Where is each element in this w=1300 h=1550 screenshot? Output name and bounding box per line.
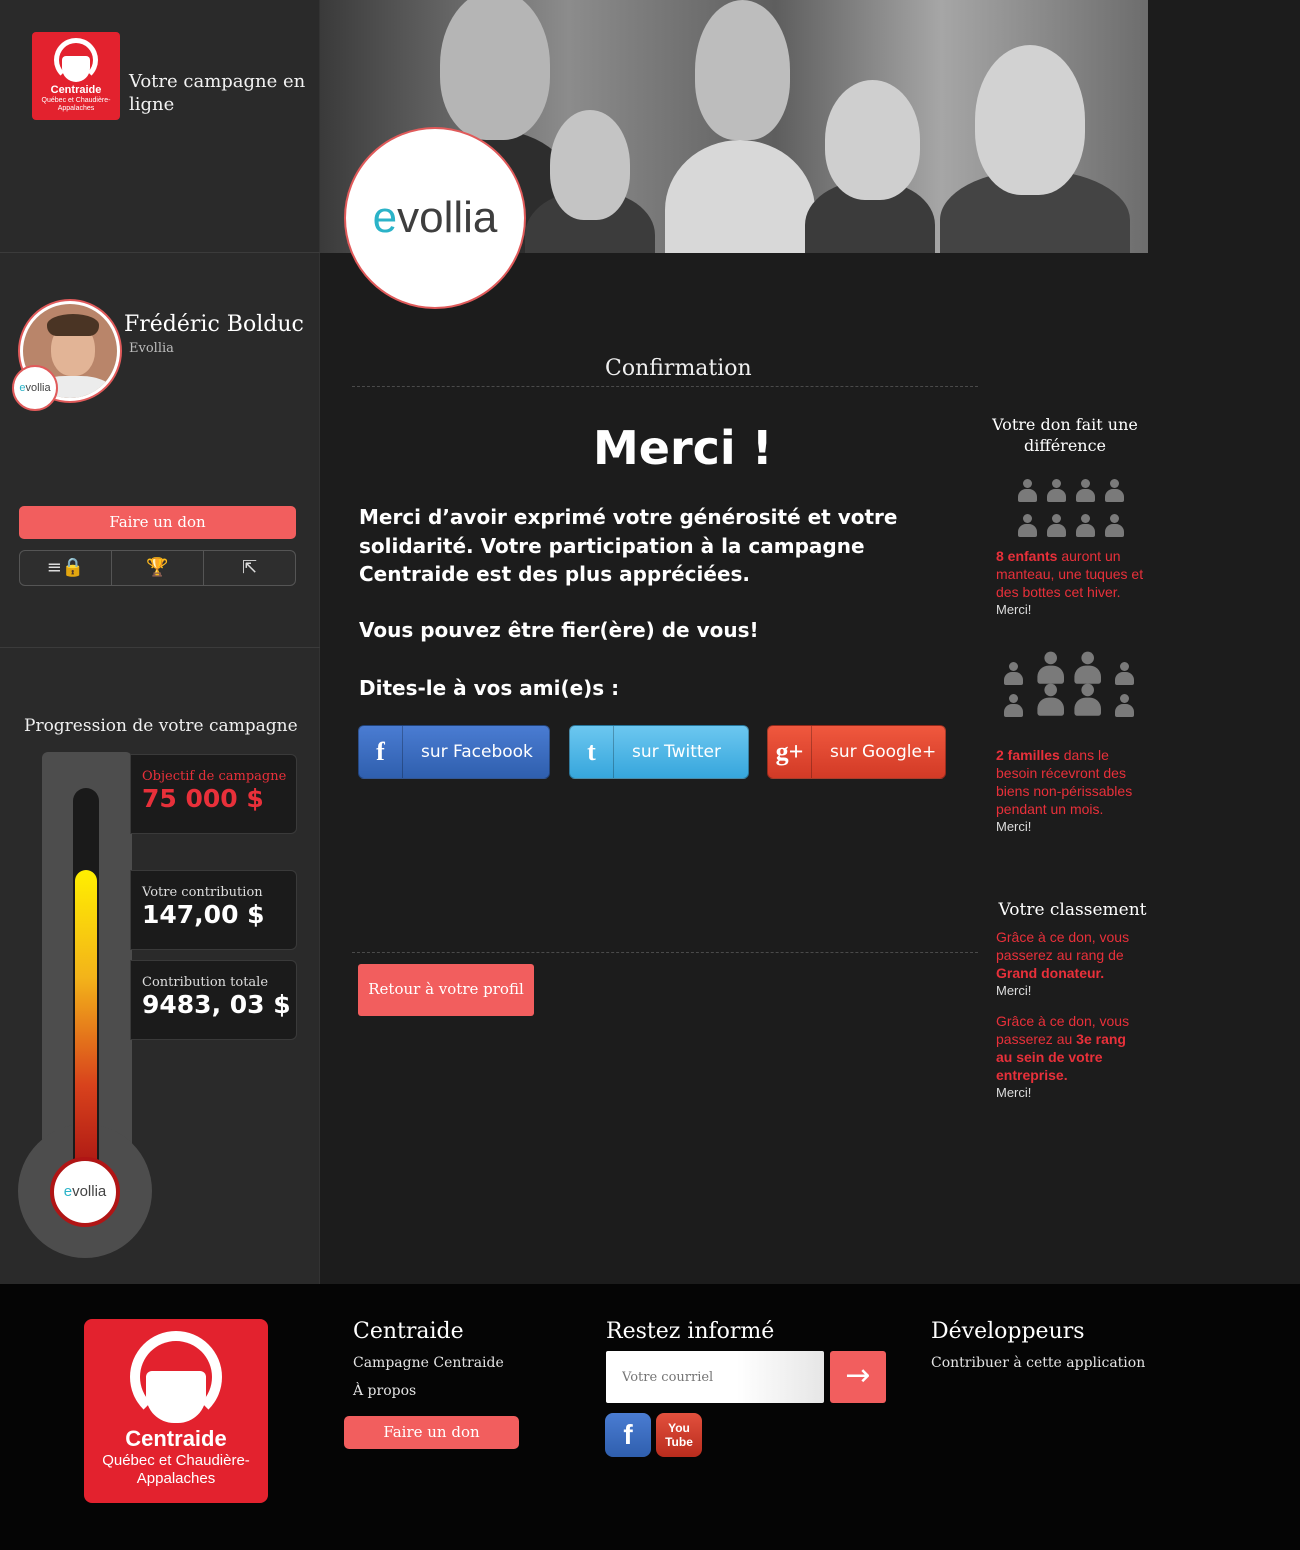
child-icon [1104, 479, 1124, 505]
total-label: Contribution totale [142, 975, 269, 990]
child-icon [1075, 514, 1095, 540]
share-prompt: Dites-le à vos ami(e)s : [359, 676, 620, 700]
impact-children: 8 enfants auront un manteau, une tuques … [996, 548, 1144, 617]
total-box: Contribution totale 9483, 03 $ [130, 960, 297, 1040]
footer-link-campaign[interactable]: Campagne Centraide [353, 1355, 504, 1371]
company-logo[interactable]: evollia [344, 127, 526, 309]
divider [352, 952, 978, 953]
child-icon [1046, 514, 1066, 540]
child-icon [1017, 479, 1037, 505]
total-value: 9483, 03 $ [142, 990, 291, 1019]
footer-centraide-title: Centraide [353, 1319, 464, 1344]
contribution-label: Votre contribution [142, 885, 263, 900]
centraide-logo[interactable]: Centraide Québec et Chaudière-Appalaches [32, 32, 120, 120]
lock-icon[interactable]: ≡🔒 [20, 551, 112, 585]
newsletter-submit-button[interactable]: → [830, 1351, 886, 1403]
share-facebook-button[interactable]: f sur Facebook [358, 725, 550, 779]
ranking-donor-level: Grâce à ce don, vous passerez au rang de… [996, 929, 1130, 998]
impact-families: 2 familles dans le besoin récevront des … [996, 747, 1133, 834]
thermometer-company-logo: evollia [50, 1157, 120, 1227]
page-title: Confirmation [605, 356, 752, 381]
brand-region: Québec et Chaudière-Appalaches [41, 97, 111, 112]
youtube-icon[interactable]: You Tube [656, 1413, 702, 1457]
user-company: Evollia [129, 341, 174, 356]
sidebar: Centraide Québec et Chaudière-Appalaches… [0, 0, 320, 1284]
footer-link-contribute[interactable]: Contribuer à cette application [931, 1355, 1145, 1371]
goal-value: 75 000 $ [142, 784, 264, 813]
goal-label: Objectif de campagne [142, 769, 287, 784]
donate-button[interactable]: Faire un don [19, 506, 296, 539]
trophy-icon[interactable]: 🏆 [112, 551, 204, 585]
impact-title: Votre don fait une différence [992, 415, 1138, 455]
contribution-value: 147,00 $ [142, 900, 265, 929]
contribution-box: Votre contribution 147,00 $ [130, 870, 297, 950]
child-icon [1104, 514, 1124, 540]
child-icon [1046, 479, 1066, 505]
twitter-icon: t [570, 726, 614, 778]
user-last-name: Bolduc [226, 312, 304, 337]
back-to-profile-button[interactable]: Retour à votre profil [358, 964, 534, 1016]
profile-toolbar: ≡🔒 🏆 ⇱ [19, 550, 296, 586]
share-google-button[interactable]: g+ sur Google+ [767, 725, 946, 779]
facebook-icon[interactable]: f [605, 1413, 651, 1457]
company-badge: evollia [12, 365, 58, 411]
footer-developers-title: Développeurs [931, 1319, 1085, 1344]
child-icon [1017, 514, 1037, 540]
share-twitter-button[interactable]: t sur Twitter [569, 725, 749, 779]
divider [0, 252, 320, 253]
goal-box: Objectif de campagne 75 000 $ [130, 754, 297, 834]
campaign-tagline: Votre campagne en ligne [129, 71, 306, 115]
exit-icon[interactable]: ⇱ [204, 551, 295, 585]
footer-link-about[interactable]: À propos [353, 1383, 416, 1399]
footer-brand-region: Québec et Chaudière-Appalaches [102, 1452, 250, 1487]
progress-title: Progression de votre campagne [24, 716, 298, 736]
footer-centraide-logo[interactable]: Centraide Québec et Chaudière-Appalaches [84, 1319, 268, 1503]
families-icon-group [1003, 651, 1144, 720]
user-name: Frédéric Bolduc [124, 312, 304, 337]
divider [352, 386, 978, 387]
thanks-heading: Merci ! [593, 421, 773, 475]
footer-donate-button[interactable]: Faire un don [344, 1416, 519, 1449]
newsletter-email-input[interactable] [606, 1351, 824, 1403]
ranking-title: Votre classement [998, 900, 1147, 920]
proud-message: Vous pouvez être fier(ère) de vous! [359, 618, 759, 642]
user-first-name: Frédéric [124, 312, 220, 337]
brand-name: Centraide [50, 84, 102, 96]
children-icon-group [1017, 479, 1124, 540]
divider [0, 647, 320, 648]
google-plus-icon: g+ [768, 726, 812, 778]
thanks-message: Merci d’avoir exprimé votre générosité e… [359, 505, 898, 586]
thermometer-fill [75, 870, 97, 1178]
footer-newsletter-title: Restez informé [606, 1319, 775, 1344]
ranking-company-rank: Grâce à ce don, vous passerez au 3e rang… [996, 1013, 1130, 1100]
facebook-icon: f [359, 726, 403, 778]
child-icon [1075, 479, 1095, 505]
footer-brand-name: Centraide [125, 1426, 227, 1451]
